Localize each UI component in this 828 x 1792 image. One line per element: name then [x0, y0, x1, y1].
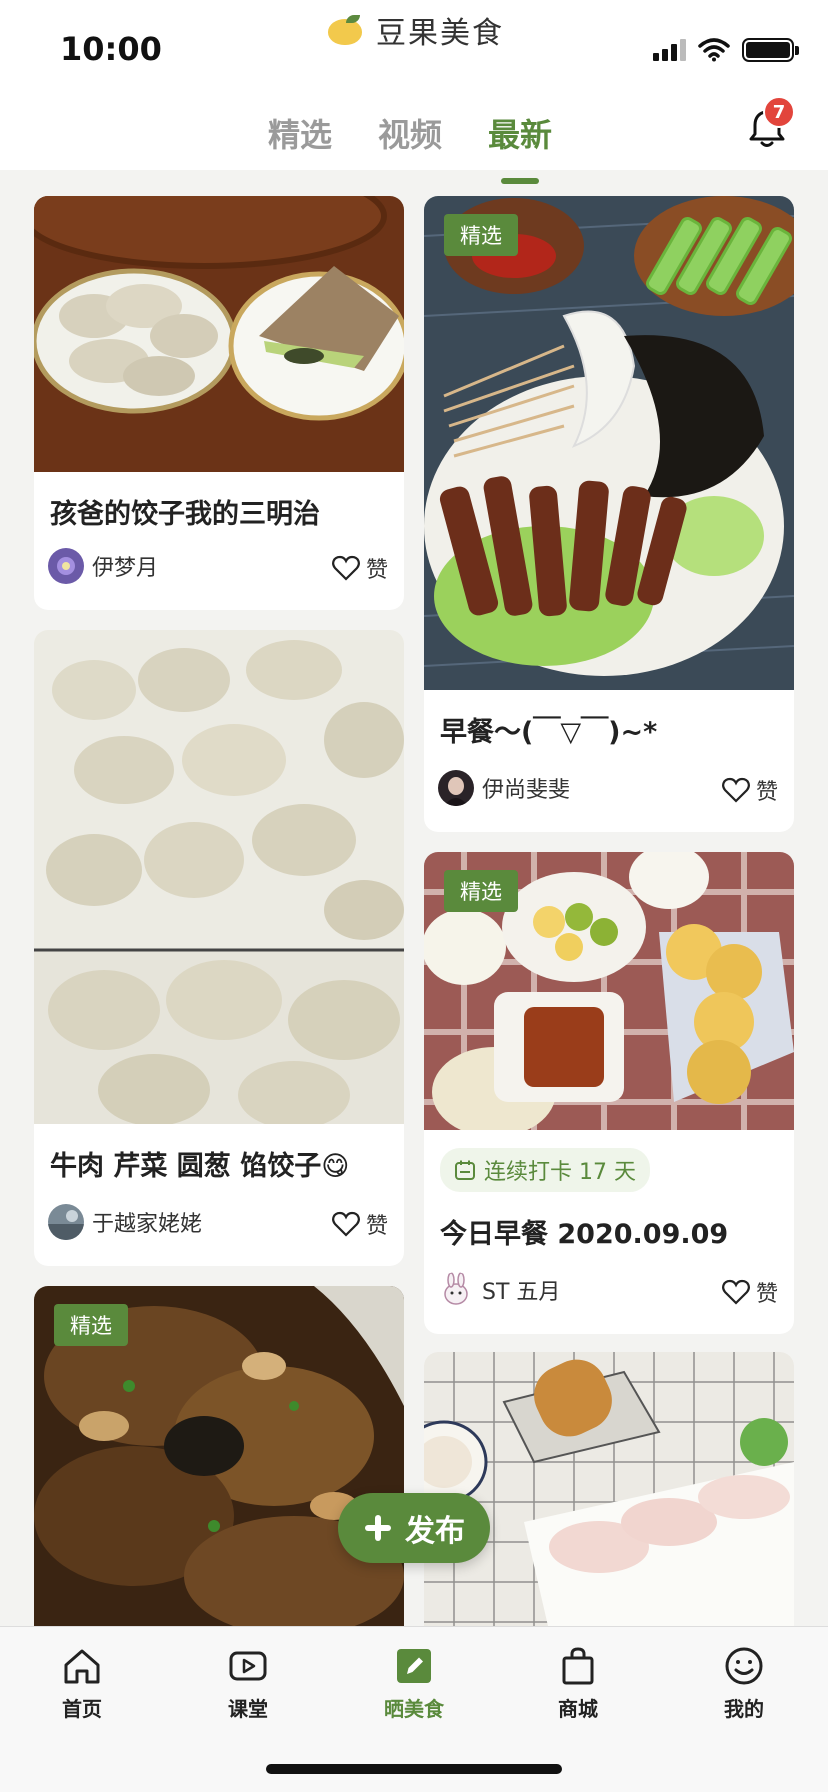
home-icon	[64, 1649, 100, 1684]
tab-latest[interactable]: 最新	[488, 110, 552, 156]
recipe-photo	[34, 630, 404, 1124]
author-name: 伊尚斐斐	[482, 778, 571, 803]
status-time: 10:00	[60, 30, 162, 68]
tabbar-item-home[interactable]: 首页	[32, 1645, 132, 1722]
author-name: ST 五月	[482, 1280, 561, 1305]
recipe-author[interactable]: 于越家姥姥	[48, 1204, 202, 1240]
play-icon	[229, 1651, 267, 1681]
bag-icon	[562, 1647, 594, 1685]
like-label: 赞	[755, 1282, 778, 1307]
publish-button[interactable]: 发布	[338, 1493, 490, 1563]
like-label: 赞	[365, 558, 388, 583]
recipe-title: 牛肉 芹菜 圆葱 馅饺子😋	[50, 1151, 350, 1182]
recipe-card[interactable]: 牛肉 芹菜 圆葱 馅饺子😋 于越家姥姥 赞	[34, 630, 404, 1266]
tabbar-item-show-food[interactable]: 晒美食	[364, 1645, 464, 1722]
avatar	[438, 770, 474, 806]
recipe-photo	[424, 1352, 794, 1626]
featured-tag: 精选	[444, 870, 518, 912]
recipe-author[interactable]: 伊梦月	[48, 548, 158, 584]
app-brand: 豆果美食	[326, 8, 504, 52]
app-name: 豆果美食	[376, 16, 504, 51]
recipe-title: 孩爸的饺子我的三明治	[50, 499, 320, 530]
checkin-streak-badge: 连续打卡 17 天	[440, 1148, 650, 1192]
featured-tag: 精选	[54, 1304, 128, 1346]
tabbar-label: 课堂	[228, 1697, 268, 1721]
home-indicator	[266, 1764, 562, 1774]
tabbar-label: 商城	[558, 1697, 598, 1721]
heart-icon	[722, 777, 750, 803]
like-button[interactable]: 赞	[722, 1276, 778, 1308]
app-logo-icon	[326, 15, 364, 45]
like-button[interactable]: 赞	[722, 774, 778, 806]
recipe-author[interactable]: ST 五月	[438, 1272, 560, 1308]
recipe-card[interactable]: 精选	[34, 1286, 404, 1626]
tab-video[interactable]: 视频	[378, 110, 442, 156]
avatar	[438, 1272, 474, 1308]
tab-featured[interactable]: 精选	[268, 110, 332, 156]
wifi-icon	[698, 38, 730, 62]
recipe-card[interactable]	[424, 1352, 794, 1626]
tabbar-item-me[interactable]: 我的	[694, 1645, 794, 1722]
calendar-icon	[455, 1160, 475, 1180]
recipe-feed[interactable]: 孩爸的饺子我的三明治 伊梦月 赞 牛肉 芹菜 圆葱 馅饺子😋 于越家姥姥 赞 精…	[0, 170, 828, 1626]
battery-icon	[742, 38, 799, 62]
heart-icon	[722, 1279, 750, 1305]
recipe-card[interactable]: 孩爸的饺子我的三明治 伊梦月 赞	[34, 196, 404, 610]
top-nav: 精选 视频 最新 7	[0, 90, 828, 170]
edit-icon	[397, 1649, 431, 1683]
tabbar-item-shop[interactable]: 商城	[528, 1645, 628, 1722]
status-icons	[653, 38, 799, 62]
recipe-author[interactable]: 伊尚斐斐	[438, 770, 570, 806]
heart-icon	[332, 555, 360, 581]
recipe-card[interactable]: 精选 连续打卡 17 天 今日早餐 2020.09.09 ST 五月 赞	[424, 852, 794, 1334]
tabbar-label: 首页	[62, 1697, 102, 1721]
feed-tabs: 精选 视频 最新	[268, 110, 552, 156]
plus-icon	[365, 1515, 391, 1541]
like-button[interactable]: 赞	[332, 552, 388, 584]
recipe-title: 早餐～(￣▽￣)~*	[440, 717, 658, 748]
publish-label: 发布	[405, 1514, 465, 1549]
tabbar-item-class[interactable]: 课堂	[198, 1645, 298, 1722]
recipe-photo	[34, 196, 404, 472]
tabbar-label: 晒美食	[384, 1697, 444, 1721]
like-button[interactable]: 赞	[332, 1208, 388, 1240]
recipe-title: 今日早餐 2020.09.09	[440, 1219, 729, 1250]
avatar	[48, 1204, 84, 1240]
like-label: 赞	[755, 780, 778, 805]
author-name: 伊梦月	[92, 556, 159, 581]
cellular-signal-icon	[653, 39, 686, 61]
author-name: 于越家姥姥	[92, 1212, 203, 1237]
recipe-card[interactable]: 精选 早餐～(￣▽￣)~* 伊尚斐斐 赞	[424, 196, 794, 832]
tabbar-label: 我的	[724, 1697, 764, 1721]
status-bar: 10:00 豆果美食	[0, 0, 828, 90]
featured-tag: 精选	[444, 214, 518, 256]
notification-badge: 7	[763, 96, 795, 128]
recipe-photo	[424, 196, 794, 690]
avatar	[48, 548, 84, 584]
heart-icon	[332, 1211, 360, 1237]
streak-text: 连续打卡 17 天	[484, 1160, 636, 1185]
smiley-icon	[725, 1647, 763, 1685]
like-label: 赞	[365, 1214, 388, 1239]
